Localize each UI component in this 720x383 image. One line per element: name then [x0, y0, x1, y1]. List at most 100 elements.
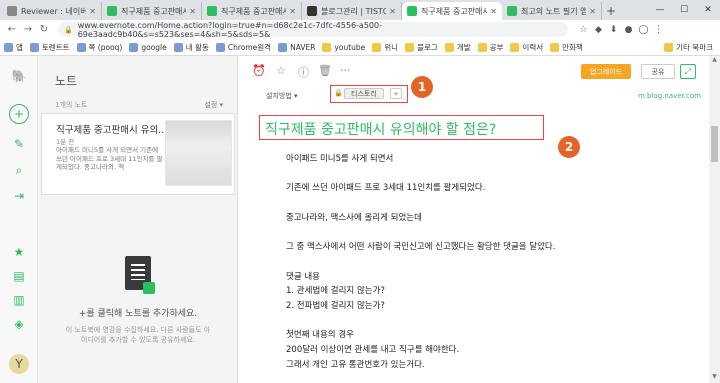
tab-2[interactable]: 직구제품 중고판매시 유의해야✕: [202, 2, 302, 20]
tab-close-icon[interactable]: ✕: [490, 7, 497, 16]
list-title: 노트: [55, 74, 78, 88]
body-paragraph: 그 중 맥스사에서 어떤 사람이 국민신고에 신고했다는 황당한 댓글을 달았다…: [286, 242, 556, 252]
bookmark-item[interactable]: 공부: [477, 42, 504, 53]
bookmark-label: google: [141, 42, 167, 52]
star-icon[interactable]: ☆: [576, 22, 591, 37]
tab-title: 블로그관리 | TISTORY: [321, 6, 386, 16]
tab-3[interactable]: 블로그관리 | TISTORY✕: [302, 2, 402, 20]
bookmark-item[interactable]: Chrome원격: [215, 42, 271, 53]
sort-options[interactable]: 설정 ▾: [204, 100, 223, 110]
bookmark-label: 토렌트트: [41, 42, 70, 52]
upgrade-button[interactable]: 업그레이드: [581, 64, 631, 79]
evernote-logo-icon[interactable]: 🐘: [9, 66, 29, 86]
url-text: www.evernote.com/Home.action?login=true#…: [77, 20, 382, 39]
tag-chip[interactable]: 티스토리: [344, 88, 384, 99]
folder-icon: [510, 42, 520, 52]
note-list-panel: 노트 1개의 노트 설정 ▾ 직구제품 중고판매시 유의... 1분 전 아이패…: [38, 56, 238, 383]
reload-icon[interactable]: ↻: [36, 24, 52, 35]
maximize-icon[interactable]: ☐: [672, 0, 696, 20]
tab-close-icon[interactable]: ✕: [289, 7, 296, 16]
bookmark-item[interactable]: 쪽 (pooq): [76, 42, 122, 53]
download-icon[interactable]: ⬇: [606, 22, 621, 37]
folder-icon: [664, 42, 674, 52]
folder-icon: [444, 42, 454, 52]
minimize-icon[interactable]: —: [648, 0, 672, 20]
bookmark-icon: [29, 42, 39, 52]
bookmark-label: 공부: [489, 42, 504, 52]
tab-favicon-icon: [407, 6, 417, 16]
bookmark-item[interactable]: 만화책: [550, 42, 583, 53]
bookmark-item[interactable]: google: [129, 42, 167, 52]
bookmark-label: 위니: [384, 42, 399, 52]
scroll-down-icon[interactable]: ▼: [709, 373, 720, 383]
bookmark-label: 블로그: [417, 42, 438, 52]
note-card[interactable]: 직구제품 중고판매시 유의... 1분 전 아이패드 미니5를 사게 되면서 기…: [41, 113, 235, 195]
body-paragraph: 기존에 쓰던 아이패드 프로 3세대 11인치를 팔게되었다.: [286, 183, 486, 193]
tab-title: 직구제품 중고판매시 유의해야: [121, 6, 187, 16]
expand-icon[interactable]: ⤢: [680, 64, 696, 79]
tab-close-icon[interactable]: ✕: [589, 7, 596, 16]
extensions: ☆ ◆ ⬇ ● ◯ ⋮: [576, 22, 666, 37]
avatar[interactable]: ◯: [636, 22, 651, 37]
share-button[interactable]: 공유: [641, 64, 675, 79]
bookmark-item[interactable]: 개발: [444, 42, 471, 53]
account-avatar[interactable]: Y: [9, 354, 29, 374]
vertical-scrollbar[interactable]: ▲ ▼: [709, 56, 720, 383]
back-icon[interactable]: ←: [4, 24, 20, 35]
tab-close-icon[interactable]: ✕: [389, 7, 396, 16]
add-tag-button[interactable]: +: [390, 88, 402, 99]
info-icon[interactable]: ⓘ: [298, 64, 309, 80]
new-tab-button[interactable]: +: [602, 2, 620, 20]
bookmark-item[interactable]: 이력서: [510, 42, 543, 53]
sidebar-rail: 🐘 + ✎ ⌕ ⇥ ★ ▤ ▥ ◈ Y: [0, 56, 38, 383]
menu-icon[interactable]: ⋮: [651, 22, 666, 37]
bookmark-item[interactable]: NAVER: [278, 42, 315, 52]
close-icon[interactable]: ✕: [696, 0, 720, 20]
bookmark-label: 내 활동: [185, 42, 209, 52]
lock-icon: 🔒: [64, 25, 73, 34]
notebook-select[interactable]: 설치방법 ▾: [266, 91, 298, 101]
note-card-title: 직구제품 중고판매시 유의...: [56, 125, 168, 136]
other-bookmarks[interactable]: 기타 북마크: [664, 42, 713, 53]
note-card-snippet: 아이패드 미니5를 사게 되면서 기존에 쓰던 아이패드 프로 3세대 11인치…: [56, 146, 163, 171]
scroll-up-icon[interactable]: ▲: [709, 56, 720, 66]
evernote-icon[interactable]: ●: [621, 22, 636, 37]
empty-subtitle: 이 노트북에 영감을 수집하세요. 다른 사람들도 아이디어를 추가할 수 있도…: [65, 326, 211, 344]
tab-4[interactable]: 직구제품 중고판매시 유의해야✕: [402, 2, 502, 20]
work-chat-icon[interactable]: ⇥: [9, 186, 29, 206]
notes-icon[interactable]: ▤: [9, 266, 29, 286]
notebooks-icon[interactable]: ▥: [9, 290, 29, 310]
source-link[interactable]: m.blog.naver.com: [638, 92, 701, 100]
new-note-icon[interactable]: +: [9, 104, 29, 124]
scrollbar-thumb[interactable]: [711, 126, 718, 162]
extension-icon[interactable]: ◆: [591, 22, 606, 37]
tab-close-icon[interactable]: ✕: [189, 7, 196, 16]
bookmark-item[interactable]: 위니: [372, 42, 398, 53]
note-title-box[interactable]: 직구제품 중고판매시 유의해야 할 점은?: [259, 115, 544, 140]
bookmark-label: 앱: [16, 42, 23, 52]
favorite-icon[interactable]: ☆: [276, 64, 286, 77]
tab-5[interactable]: 최고의 노트 필기 앱 ✕: [502, 2, 602, 20]
search-icon[interactable]: ⌕: [9, 160, 29, 180]
body-paragraph: 아이패드 미니5를 사게 되면서: [286, 154, 394, 164]
bookmark-icon: [173, 42, 183, 52]
shortcuts-star-icon[interactable]: ★: [9, 242, 29, 262]
trash-icon[interactable]: 🗑: [318, 64, 332, 77]
tab-close-icon[interactable]: ✕: [89, 7, 96, 16]
shortcut-icon[interactable]: ✎: [9, 134, 29, 154]
bookmark-item[interactable]: 내 활동: [173, 42, 209, 53]
url-input[interactable]: 🔒 www.evernote.com/Home.action?login=tru…: [58, 20, 568, 39]
more-icon[interactable]: ···: [340, 64, 351, 77]
bookmark-item[interactable]: 블로그: [405, 42, 438, 53]
folder-icon: [322, 42, 332, 52]
forward-icon[interactable]: →: [20, 24, 36, 35]
bookmark-item[interactable]: 토렌트트: [29, 42, 70, 53]
tab-0[interactable]: Reviewer : 네이버 블로그✕: [2, 2, 102, 20]
tags-icon[interactable]: ◈: [9, 314, 29, 334]
bookmark-item[interactable]: 앱: [4, 42, 23, 53]
reminder-icon[interactable]: ⏰: [252, 64, 266, 77]
note-title: 직구제품 중고판매시 유의해야 할 점은?: [265, 122, 497, 138]
bookmark-label: 이력서: [522, 42, 544, 52]
bookmark-item[interactable]: youtube: [322, 42, 365, 52]
tab-1[interactable]: 직구제품 중고판매시 유의해야✕: [102, 2, 202, 20]
